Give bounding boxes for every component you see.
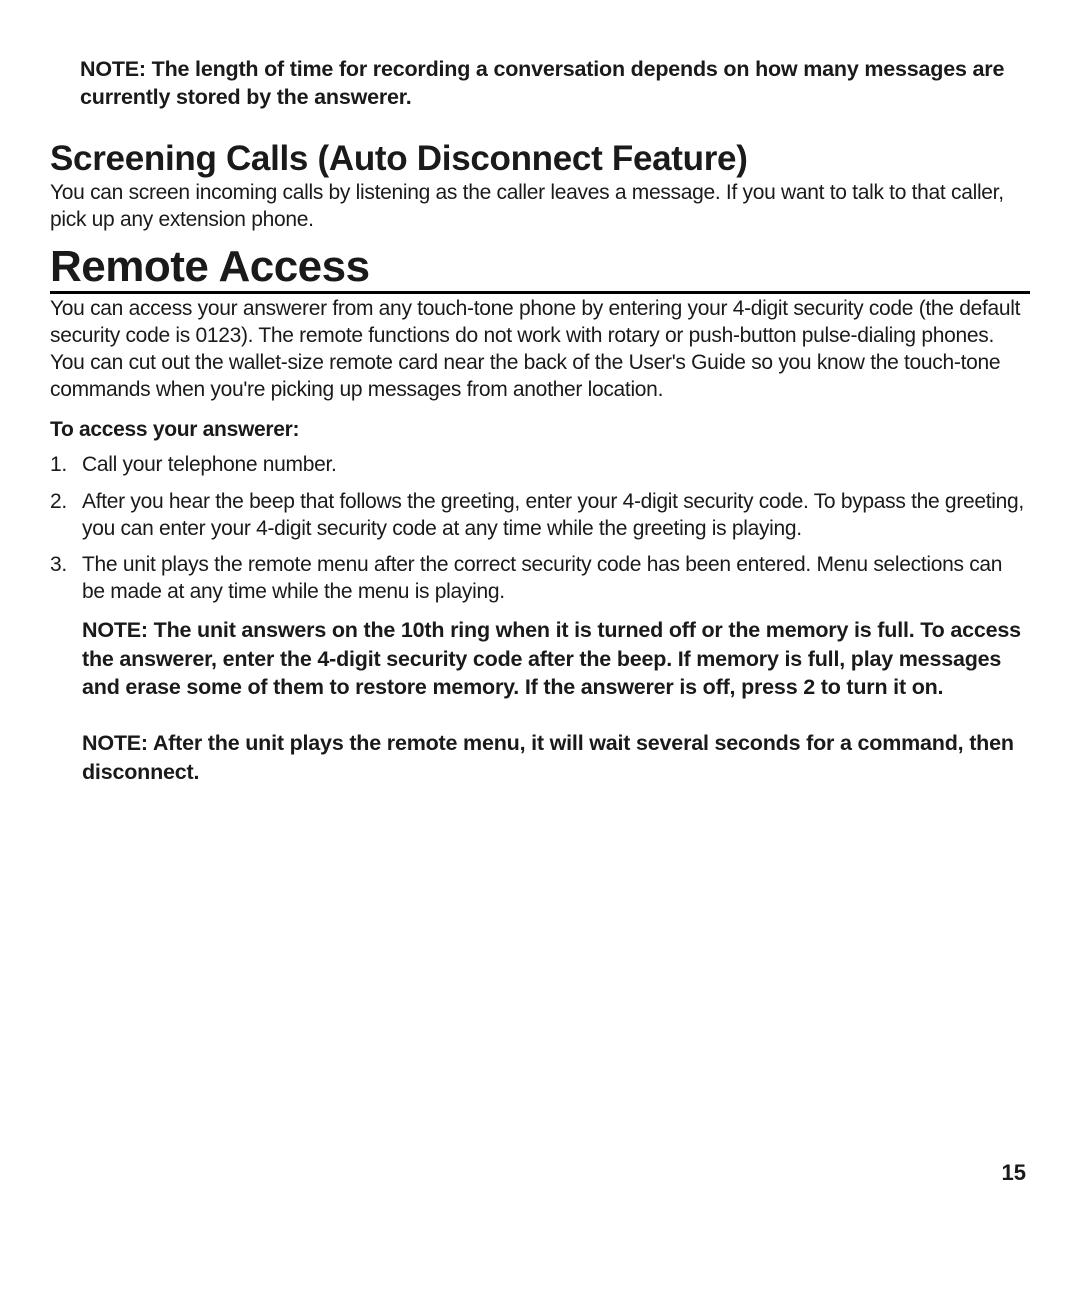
heading-screening: Screening Calls (Auto Disconnect Feature…	[50, 140, 1030, 179]
heading-remote-access: Remote Access	[50, 244, 1030, 294]
remote-body: You can access your answerer from any to…	[50, 296, 1030, 404]
note-disconnect: NOTE: After the unit plays the remote me…	[82, 729, 1030, 786]
list-item: The unit plays the remote menu after the…	[50, 552, 1030, 606]
list-item: After you hear the beep that follows the…	[50, 489, 1030, 543]
note-memory-full: NOTE: The unit answers on the 10th ring …	[82, 616, 1030, 701]
screening-body: You can screen incoming calls by listeni…	[50, 180, 1030, 234]
remote-subhead: To access your answerer:	[50, 418, 1030, 442]
page-number: 15	[1002, 1160, 1026, 1186]
list-item: Call your telephone number.	[50, 452, 1030, 479]
note-top: NOTE: The length of time for recording a…	[80, 56, 1030, 112]
remote-steps-list: Call your telephone number. After you he…	[50, 452, 1030, 606]
